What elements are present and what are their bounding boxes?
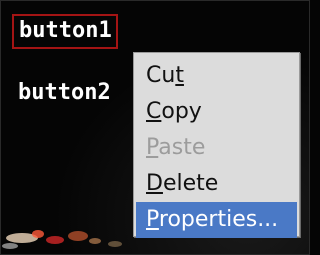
- menu-item-cut-label: Cu: [146, 63, 176, 88]
- menu-item-paste-label-rest: aste: [158, 135, 206, 160]
- desktop-background: button1 button2 Cut Copy Paste Delete Pr…: [0, 0, 310, 255]
- button2-button[interactable]: button2: [18, 80, 111, 106]
- menu-item-properties-label-rest: roperties...: [158, 207, 279, 232]
- menu-item-cut[interactable]: Cut: [134, 58, 299, 94]
- menu-item-paste-mnemonic: P: [146, 135, 159, 160]
- menu-item-paste: Paste: [134, 130, 299, 166]
- menu-item-properties-mnemonic: P: [146, 207, 159, 232]
- menu-item-copy-mnemonic: C: [146, 99, 162, 124]
- context-menu: Cut Copy Paste Delete Properties...: [133, 52, 300, 238]
- menu-item-copy[interactable]: Copy: [134, 94, 299, 130]
- menu-item-copy-label-rest: opy: [161, 99, 202, 124]
- menu-item-cut-mnemonic: t: [175, 63, 184, 88]
- menu-item-properties[interactable]: Properties...: [136, 202, 297, 238]
- menu-item-delete[interactable]: Delete: [134, 166, 299, 202]
- button1-button[interactable]: button1: [12, 14, 118, 49]
- menu-item-delete-label-rest: elete: [162, 171, 219, 196]
- menu-item-delete-mnemonic: D: [146, 171, 163, 196]
